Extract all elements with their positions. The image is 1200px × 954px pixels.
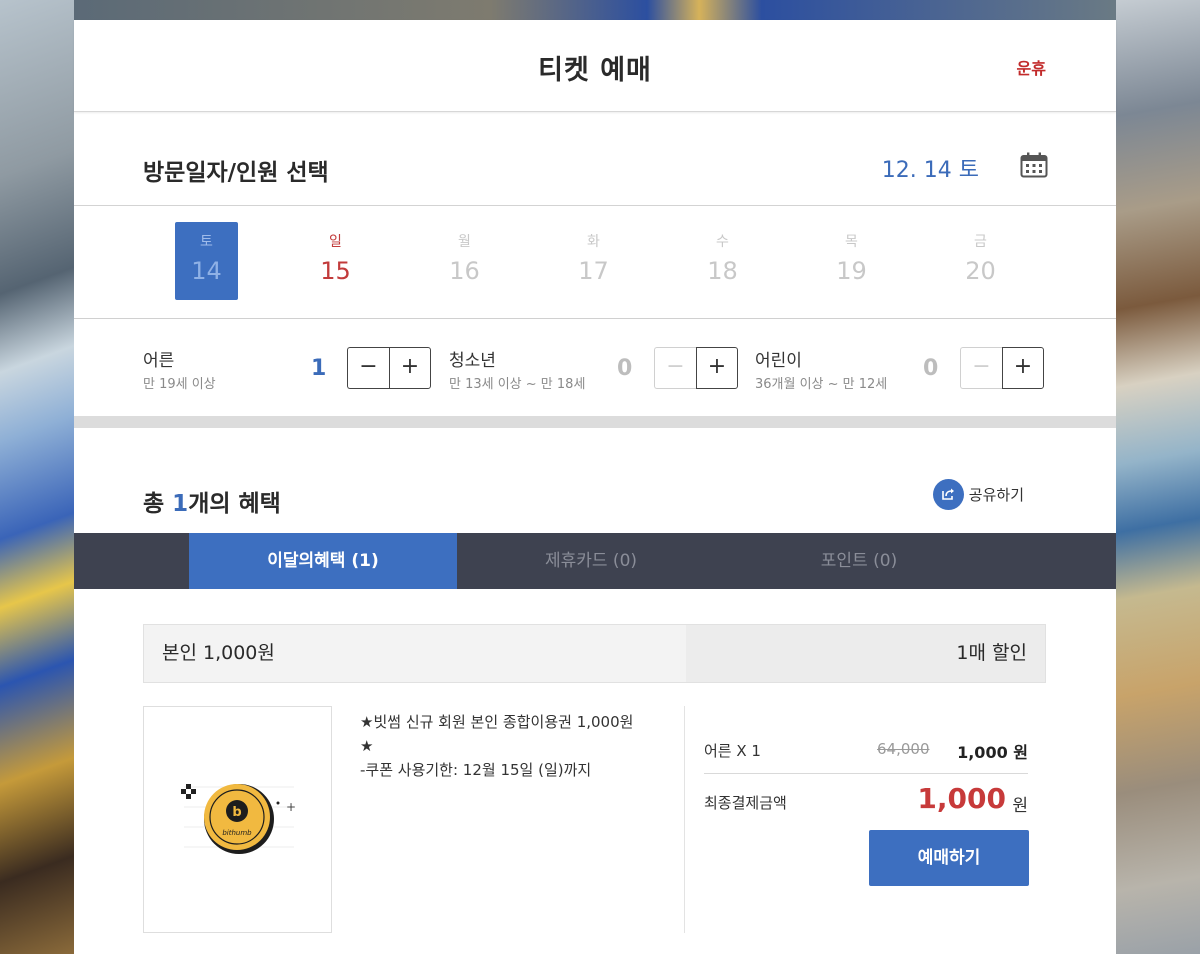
day-number: 16 [449, 257, 480, 285]
youth-stepper: − + [654, 347, 739, 389]
coupon-desc-line: ★ [360, 737, 374, 755]
coupon-discount: 1매 할인 [686, 625, 1045, 682]
day-16: 월 16 [433, 222, 496, 300]
ticket-type-label: 어른 [143, 351, 175, 371]
background-photo-left [0, 0, 74, 954]
ticket-type-label: 어린이 [755, 351, 802, 371]
tab-partner-cards[interactable]: 제휴카드 (0) [457, 533, 725, 589]
coupon-summary[interactable]: 본인 1,000원 1매 할인 [143, 624, 1046, 683]
status-label: 운휴 [1016, 59, 1046, 78]
final-price-row: 최종결제금액 1,000 원 [704, 774, 1028, 830]
discounted-price: 1,000 원 [957, 743, 1028, 762]
day-number: 20 [965, 257, 996, 285]
share-icon [932, 478, 964, 510]
background-photo-top [74, 0, 1116, 20]
coupon-description: ★빗썸 신규 회원 본인 종합이용권 1,000원 ★ -쿠폰 사용기한: 12… [360, 710, 660, 782]
logo-text: bithumb [222, 829, 252, 837]
adult-stepper: − + [347, 347, 432, 389]
youth-plus-button[interactable]: + [696, 347, 738, 389]
child-plus-button[interactable]: + [1002, 347, 1044, 389]
divider [684, 706, 685, 933]
day-number: 18 [707, 257, 738, 285]
day-of-week: 일 [329, 234, 342, 250]
day-picker: 토 14 일 15 월 16 화 17 수 18 목 19 금 20 [74, 207, 1116, 319]
benefits-count: 1 [172, 491, 189, 517]
final-price-amount: 1,000 [917, 782, 1006, 815]
child-stepper: − + [960, 347, 1045, 389]
day-of-week: 화 [587, 234, 600, 250]
day-17: 화 17 [562, 222, 625, 300]
youth-count: 0 [617, 356, 633, 381]
age-range: 만 13세 이상 ~ 만 18세 [449, 377, 586, 392]
benefits-header: 총 1개의 혜택 공유하기 [74, 440, 1116, 533]
adult-plus-button[interactable]: + [389, 347, 431, 389]
tab-points[interactable]: 포인트 (0) [725, 533, 993, 589]
selected-date: 12. 14 토 [881, 158, 979, 183]
day-number: 17 [578, 257, 609, 285]
day-of-week: 금 [974, 234, 987, 250]
ticket-type-label: 청소년 [449, 351, 496, 371]
day-20: 금 20 [949, 222, 1012, 300]
tab-monthly-benefits[interactable]: 이달의혜택 (1) [189, 533, 457, 589]
ticket-booking-panel: 티켓 예매 운휴 방문일자/인원 선택 12. 14 토 토 14 일 15 월… [74, 20, 1116, 954]
final-price-unit: 원 [1012, 796, 1028, 816]
date-section-title: 방문일자/인원 선택 [143, 160, 329, 186]
day-of-week: 월 [458, 234, 471, 250]
child-count: 0 [923, 356, 939, 381]
price-summary: 어른 X 1 64,000 1,000 원 최종결제금액 1,000 원 예매하… [704, 720, 1029, 886]
benefits-title: 총 1개의 혜택 [143, 484, 281, 518]
age-range: 36개월 이상 ~ 만 12세 [755, 377, 888, 392]
price-row: 어른 X 1 64,000 1,000 원 [704, 720, 1028, 774]
day-14[interactable]: 토 14 [175, 222, 238, 300]
day-of-week: 토 [200, 234, 213, 250]
benefits-title-suffix: 개의 혜택 [188, 491, 281, 517]
calendar-icon[interactable] [1020, 152, 1048, 178]
header: 티켓 예매 운휴 [74, 20, 1116, 112]
date-selection-header: 방문일자/인원 선택 12. 14 토 [74, 116, 1116, 206]
coupon-desc-line: -쿠폰 사용기한: 12월 15일 (일)까지 [360, 761, 592, 779]
day-number: 19 [836, 257, 867, 285]
adult-counter: 어른 만 19세 이상 1 − + [143, 346, 433, 392]
youth-minus-button[interactable]: − [654, 347, 696, 389]
day-of-week: 수 [716, 234, 729, 250]
book-button[interactable]: 예매하기 [869, 830, 1029, 886]
day-of-week: 목 [845, 234, 858, 250]
share-label: 공유하기 [968, 485, 1024, 504]
share-button[interactable]: 공유하기 [932, 478, 1024, 510]
price-row-label: 어른 X 1 [704, 742, 761, 760]
benefits-title-prefix: 총 [143, 491, 173, 517]
svg-text:+: + [286, 800, 296, 814]
benefit-tabs: 이달의혜택 (1) 제휴카드 (0) 포인트 (0) [74, 533, 1116, 589]
bithumb-coin-logo: b bithumb + [181, 784, 296, 854]
coupon-image: b bithumb + [143, 706, 332, 933]
page-title: 티켓 예매 [538, 55, 652, 86]
day-15[interactable]: 일 15 [304, 222, 367, 300]
adult-count: 1 [311, 356, 327, 381]
day-number: 14 [191, 257, 222, 285]
day-19: 목 19 [820, 222, 883, 300]
coupon-desc-line: ★빗썸 신규 회원 본인 종합이용권 1,000원 [360, 713, 634, 731]
adult-minus-button[interactable]: − [347, 347, 389, 389]
background-photo-right [1116, 0, 1200, 954]
child-minus-button[interactable]: − [960, 347, 1002, 389]
child-counter: 어린이 36개월 이상 ~ 만 12세 0 − + [755, 346, 1045, 392]
original-price: 64,000 [877, 740, 930, 758]
coupon-name: 본인 1,000원 [144, 625, 687, 682]
headcount-selector: 어른 만 19세 이상 1 − + 청소년 만 13세 이상 ~ 만 18세 0… [74, 320, 1116, 428]
day-18: 수 18 [691, 222, 754, 300]
youth-counter: 청소년 만 13세 이상 ~ 만 18세 0 − + [449, 346, 739, 392]
day-number: 15 [320, 257, 351, 285]
age-range: 만 19세 이상 [143, 377, 216, 392]
svg-text:b: b [232, 805, 241, 820]
final-price-label: 최종결제금액 [704, 794, 787, 812]
